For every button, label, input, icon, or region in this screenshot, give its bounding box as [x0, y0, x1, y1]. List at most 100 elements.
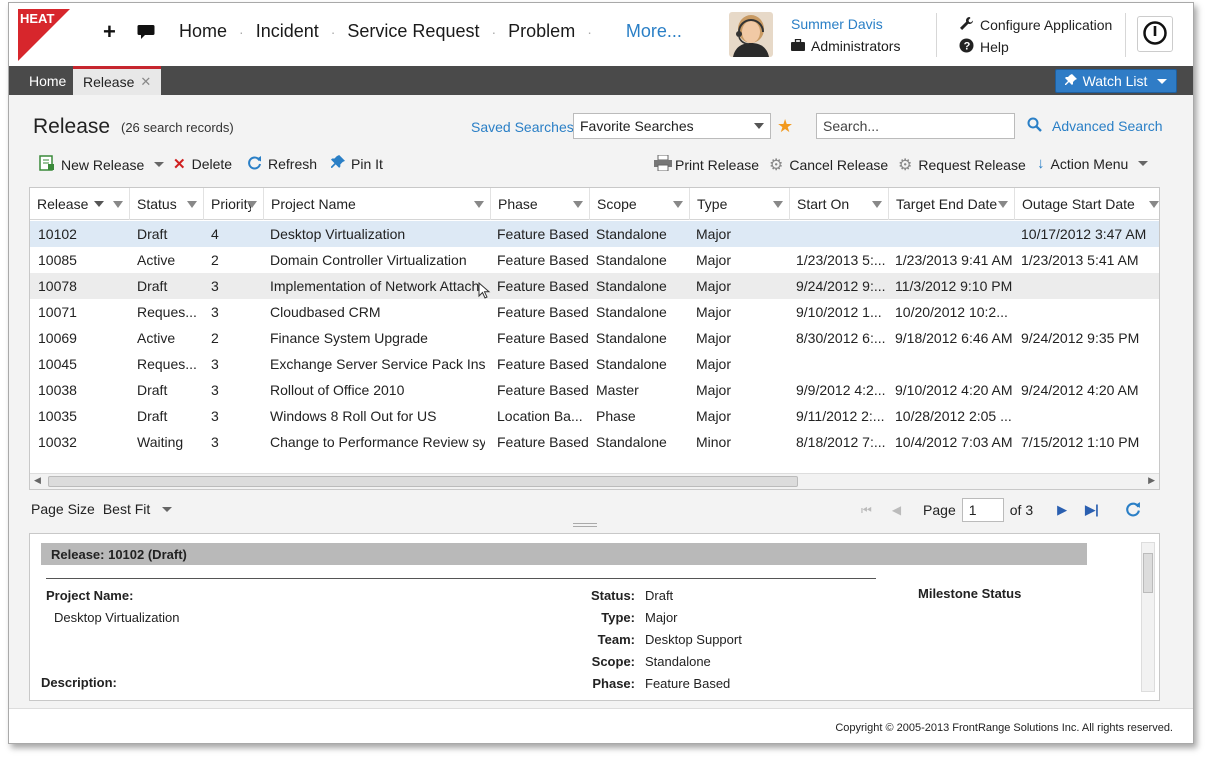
last-page-icon[interactable]: ▶| — [1085, 502, 1099, 518]
column-header-type[interactable]: Type — [690, 188, 790, 220]
table-row[interactable]: 10035 Draft 3 Windows 8 Roll Out for US Loca… — [30, 403, 1159, 429]
filter-icon[interactable] — [113, 201, 123, 208]
cell-release: 10035 — [38, 408, 77, 424]
type-label: Type: — [601, 610, 635, 625]
table-row[interactable]: 10085 Active 2 Domain Controller Virtualiza… — [30, 247, 1159, 273]
first-page-icon[interactable]: ⏮ — [861, 503, 872, 518]
refresh-icon[interactable] — [1125, 501, 1141, 520]
user-role[interactable]: Administrators — [791, 38, 900, 54]
filter-icon[interactable] — [1149, 201, 1159, 208]
next-page-icon[interactable]: ▶ — [1057, 502, 1067, 518]
nav-service-request[interactable]: Service Request — [347, 21, 479, 42]
table-row[interactable]: 10078 Draft 3 Implementation of Network Att… — [30, 273, 1159, 299]
column-header-target-end-date[interactable]: Target End Date — [889, 188, 1015, 220]
plus-icon[interactable]: + — [103, 21, 116, 43]
nav-more[interactable]: More... — [626, 21, 682, 42]
horizontal-scrollbar[interactable]: ◀ ▶ — [30, 473, 1159, 489]
delete-button[interactable]: ✕ Delete — [173, 155, 232, 173]
printer-icon — [653, 154, 673, 174]
print-release-button[interactable]: Print Release — [653, 154, 760, 174]
cell-target-end-date: 10/28/2012 2:05 ... — [895, 408, 1012, 424]
milestone-status-label: Milestone Status — [918, 586, 1022, 601]
star-icon[interactable]: ★ — [777, 116, 793, 137]
print-release-label: Print Release — [675, 156, 760, 173]
cell-phase: Feature Based — [497, 382, 589, 398]
saved-searches-link[interactable]: Saved Searches — [471, 119, 574, 135]
filter-icon[interactable] — [773, 201, 783, 208]
column-header-priority[interactable]: Priority — [204, 188, 264, 220]
page-size-control[interactable]: Page Size Best Fit — [31, 501, 173, 517]
cell-outage-start-date: 10/17/2012 3:47 AM — [1021, 226, 1147, 242]
column-header-phase[interactable]: Phase — [491, 188, 590, 220]
scrollbar-thumb[interactable] — [48, 476, 798, 487]
search-input[interactable]: Search... — [816, 113, 1015, 139]
column-label: Priority — [211, 196, 251, 212]
cell-release: 10102 — [38, 226, 77, 242]
close-tab-icon[interactable]: ✕ — [140, 74, 151, 90]
advanced-search-link[interactable]: Advanced Search — [1027, 117, 1163, 135]
nav-home[interactable]: Home — [179, 21, 227, 42]
panel-splitter-handle[interactable] — [573, 523, 597, 527]
page-of-label: of 3 — [1009, 502, 1034, 518]
refresh-button[interactable]: Refresh — [247, 155, 317, 173]
tab-home[interactable]: Home — [19, 66, 76, 95]
user-name[interactable]: Summer Davis — [791, 16, 883, 32]
table-row[interactable]: 10038 Draft 3 Rollout of Office 2010 Feature… — [30, 377, 1159, 403]
filter-icon[interactable] — [474, 201, 484, 208]
scroll-left-icon[interactable]: ◀ — [34, 475, 41, 486]
help-link[interactable]: ? Help — [959, 38, 1009, 56]
user-avatar[interactable] — [729, 12, 773, 57]
column-header-release[interactable]: Release — [30, 188, 130, 220]
nav-problem[interactable]: Problem — [508, 21, 575, 42]
column-header-start-on[interactable]: Start On — [790, 188, 889, 220]
table-row[interactable]: 10071 Reques... 3 Cloudbased CRM Feature Bas… — [30, 299, 1159, 325]
heat-logo[interactable]: HEAT — [18, 9, 70, 61]
table-row[interactable]: 10045 Reques... 3 Exchange Server Service P… — [30, 351, 1159, 377]
scroll-right-icon[interactable]: ▶ — [1148, 475, 1155, 486]
tab-home-label: Home — [29, 72, 67, 89]
nav-separator: · — [491, 23, 497, 40]
filter-icon[interactable] — [187, 201, 197, 208]
cell-scope: Standalone — [596, 226, 667, 242]
column-header-status[interactable]: Status — [130, 188, 204, 220]
type-value: Major — [645, 610, 678, 625]
logout-button[interactable] — [1137, 16, 1173, 52]
column-header-outage-start-date[interactable]: Outage Start Date — [1015, 188, 1159, 220]
filter-icon[interactable] — [872, 201, 882, 208]
previous-page-icon[interactable]: ◀ — [892, 503, 901, 517]
top-header: HEAT + Home · Incident · Service Request… — [9, 3, 1193, 66]
pin-it-button[interactable]: Pin It — [331, 155, 383, 172]
request-release-button[interactable]: ⚙ Request Release — [898, 155, 1026, 175]
advanced-search-label: Advanced Search — [1052, 118, 1163, 134]
filter-icon[interactable] — [247, 201, 257, 208]
watch-list-label: Watch List — [1082, 73, 1148, 89]
cancel-release-label: Cancel Release — [789, 157, 889, 173]
favorite-searches-dropdown[interactable]: Favorite Searches — [573, 113, 771, 139]
watch-list-button[interactable]: Watch List — [1055, 69, 1177, 93]
nav-incident[interactable]: Incident — [256, 21, 319, 42]
column-header-scope[interactable]: Scope — [590, 188, 690, 220]
cell-project-name: Implementation of Network Attach... — [270, 278, 485, 294]
table-row[interactable]: 10069 Active 2 Finance System Upgrade Featur… — [30, 325, 1159, 351]
cell-release: 10078 — [38, 278, 77, 294]
table-row[interactable]: 10102 Draft 4 Desktop Virtualization Feature… — [30, 221, 1159, 247]
cancel-release-button[interactable]: ⚙ Cancel Release — [769, 155, 888, 175]
release-detail-panel: Release: 10102 (Draft) Project Name: Des… — [29, 533, 1160, 701]
tab-release[interactable]: Release ✕ — [73, 66, 162, 95]
chat-bubble-icon[interactable] — [137, 22, 155, 44]
configure-application-link[interactable]: Configure Application — [959, 16, 1112, 34]
page-number-input[interactable]: 1 — [961, 498, 1004, 522]
filter-icon[interactable] — [998, 201, 1008, 208]
action-menu-button[interactable]: ↓ Action Menu — [1037, 155, 1149, 172]
filter-icon[interactable] — [573, 201, 583, 208]
filter-icon[interactable] — [673, 201, 683, 208]
new-release-button[interactable]: New Release — [39, 155, 165, 174]
chevron-down-icon[interactable] — [162, 506, 173, 512]
column-header-project-name[interactable]: Project Name — [264, 188, 491, 220]
nav-separator: · — [587, 23, 592, 40]
scrollbar-thumb[interactable] — [1143, 553, 1153, 593]
vertical-scrollbar[interactable] — [1141, 542, 1155, 692]
nav-separator: · — [239, 23, 244, 40]
table-row[interactable]: 10032 Waiting 3 Change to Performance Revie… — [30, 429, 1159, 455]
page-size-value[interactable]: Best Fit — [103, 501, 150, 517]
